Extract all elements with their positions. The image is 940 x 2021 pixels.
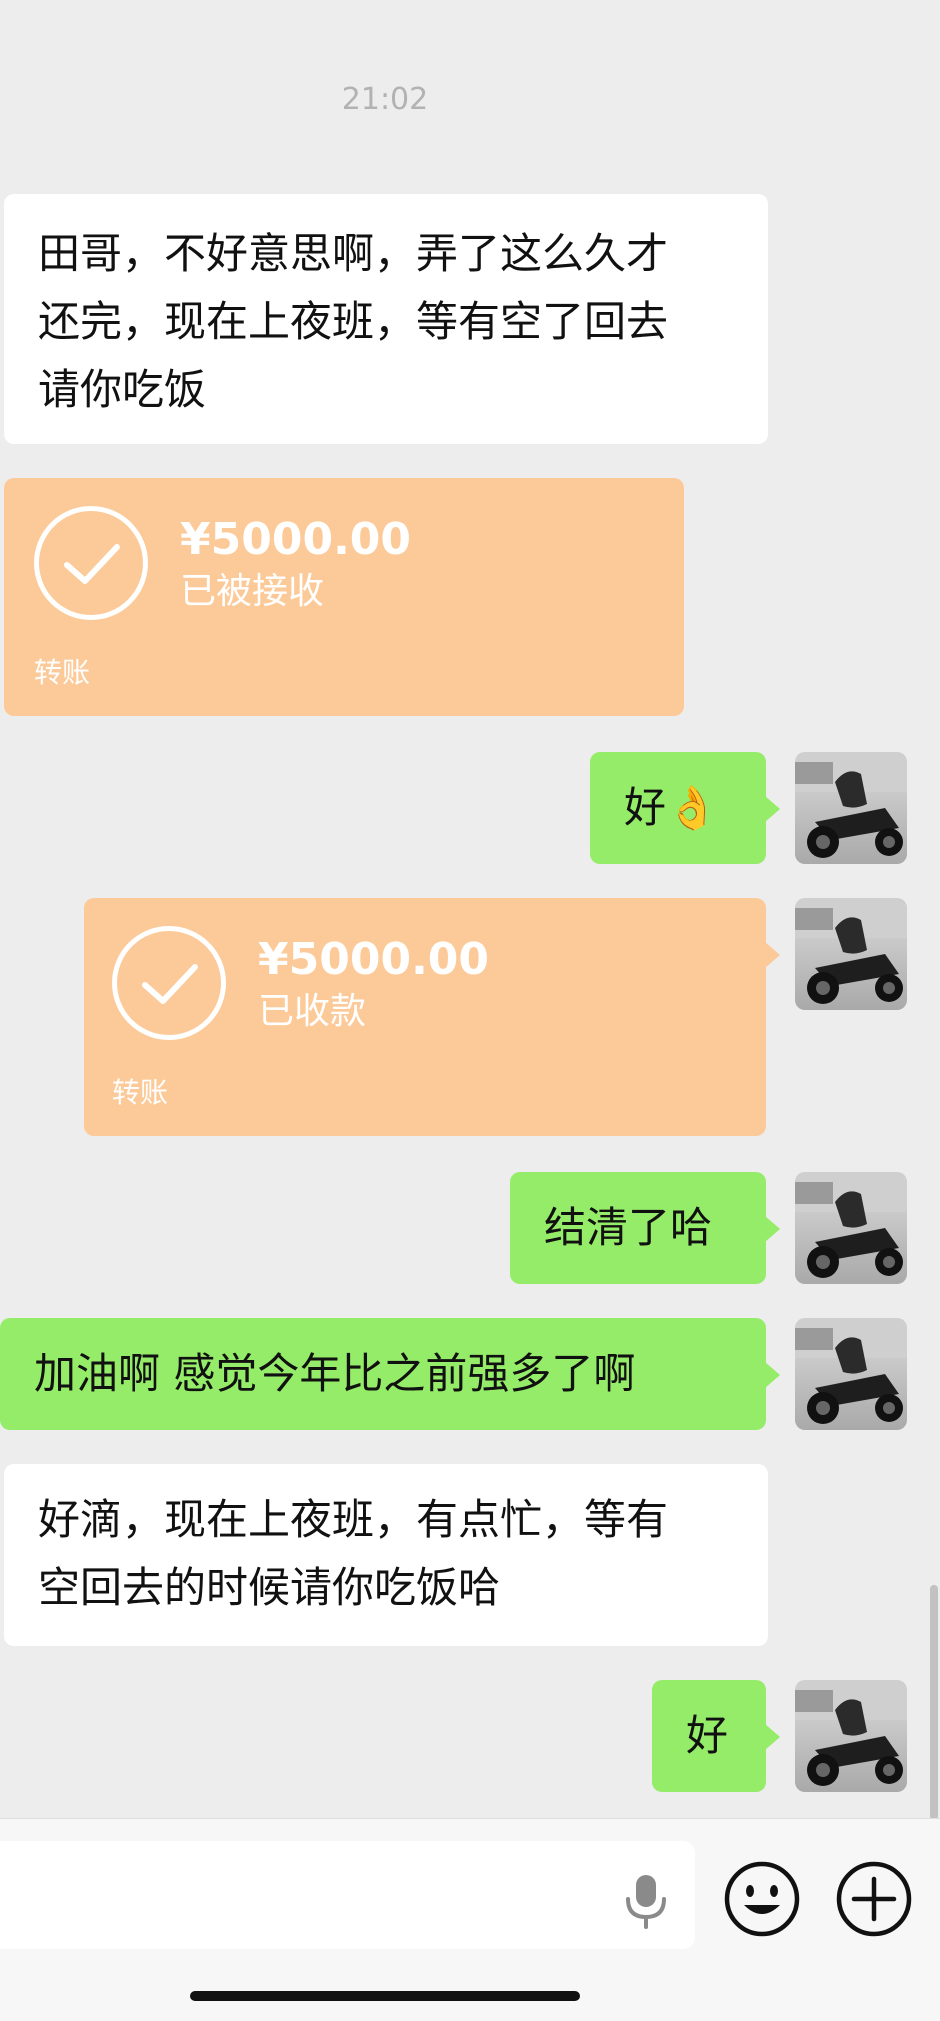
incoming-transfer-card[interactable]: ¥5000.00 已被接收 转账 [4,478,684,716]
input-bar [0,1818,940,2021]
avatar[interactable] [795,898,907,1010]
transfer-status: 已被接收 [180,571,325,612]
motorcycle-avatar [795,898,907,1004]
incoming-message-bubble[interactable]: 田哥，不好意思啊，弄了这么久才 还完，现在上夜班，等有空了回去 请你吃饭 [4,194,768,444]
check-circle-icon [112,926,226,1040]
outgoing-message-bubble[interactable]: 好👌 [590,752,780,864]
avatar[interactable] [795,1172,907,1284]
avatar[interactable] [795,1680,907,1792]
avatar[interactable] [795,752,907,864]
message-text: 结清了哈 [544,1203,713,1252]
transfer-status: 已收款 [258,991,367,1032]
transfer-label: 转账 [112,1076,169,1109]
message-text: 好滴，现在上夜班，有点忙，等有 空回去的时候请你吃饭哈 [38,1495,669,1612]
timestamp: 21:02 [341,82,429,117]
transfer-label: 转账 [34,656,91,689]
emoji-icon[interactable] [722,1859,802,1939]
transfer-amount: ¥5000.00 [180,514,412,565]
message-text: 好👌 [624,783,719,832]
motorcycle-avatar [795,1318,907,1424]
outgoing-transfer-card[interactable]: ¥5000.00 已收款 转账 [84,898,780,1136]
motorcycle-avatar [795,1172,907,1278]
message-input[interactable] [0,1841,695,1949]
transfer-amount: ¥5000.00 [258,934,490,985]
avatar[interactable] [795,1318,907,1430]
outgoing-message-bubble[interactable]: 结清了哈 [510,1172,780,1284]
scrollbar[interactable] [930,1585,938,1820]
message-text: 加油啊 感觉今年比之前强多了啊 [34,1349,636,1398]
check-circle-icon [34,506,148,620]
motorcycle-avatar [795,1680,907,1786]
outgoing-message-bubble[interactable]: 加油啊 感觉今年比之前强多了啊 [0,1318,780,1430]
message-text: 田哥，不好意思啊，弄了这么久才 还完，现在上夜班，等有空了回去 请你吃饭 [38,229,669,414]
incoming-message-bubble[interactable]: 好滴，现在上夜班，有点忙，等有 空回去的时候请你吃饭哈 [4,1464,768,1646]
outgoing-message-bubble[interactable]: 好 [652,1680,780,1792]
plus-icon[interactable] [834,1859,914,1939]
home-indicator [190,1991,580,2001]
motorcycle-avatar [795,752,907,858]
message-text: 好 [686,1711,729,1760]
microphone-icon[interactable] [620,1871,672,1931]
